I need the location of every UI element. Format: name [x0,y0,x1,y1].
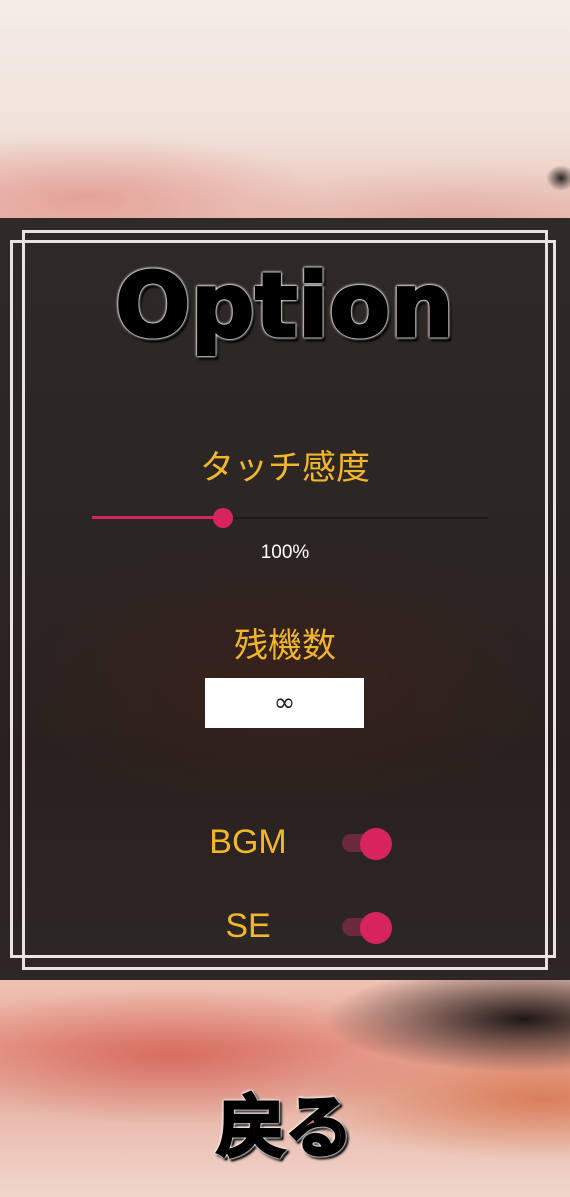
bgm-toggle[interactable] [340,828,392,860]
page-title: Option [0,253,570,359]
touch-sensitivity-value: 100% [260,542,310,563]
lives-input[interactable]: ∞ [205,678,364,728]
toggle-knob[interactable] [360,828,392,860]
se-label: SE [225,907,271,945]
background-top [0,0,570,218]
bgm-row: BGM [0,822,570,862]
toggle-knob[interactable] [360,912,392,944]
slider-fill [92,516,223,519]
options-panel: Option タッチ感度 100% 残機数 ∞ BGM SE [0,218,570,980]
bgm-label: BGM [209,823,287,861]
touch-sensitivity-label: タッチ感度 [200,448,370,488]
touch-sensitivity-slider[interactable] [92,508,488,528]
ink-splash [546,165,570,191]
se-row: SE [0,906,570,946]
se-toggle[interactable] [340,912,392,944]
slider-thumb[interactable] [213,508,233,528]
back-button[interactable]: 戻る [0,1072,570,1171]
lives-label: 残機数 [234,626,336,666]
